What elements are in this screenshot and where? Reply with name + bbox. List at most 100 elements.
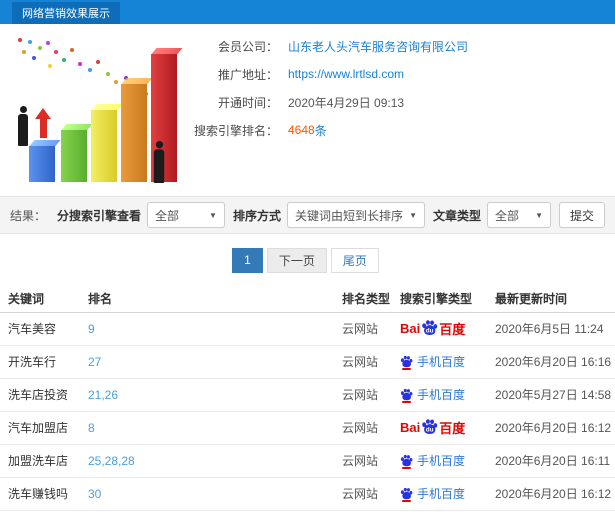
filter-bar: 结果： 分搜索引擎查看 全部 ▼ 排序方式 关键词由短到长排序 ▼ 文章类型 全… xyxy=(0,196,615,234)
engine-type-cell: Bai du 百度 xyxy=(400,411,495,445)
engine-type-cell: 手机百度 xyxy=(400,477,495,511)
table-row: 洗车店投资 21,26 云网站 手机百度 2020年5月27日 14:58 xyxy=(0,378,615,412)
baidu-logo: Bai du 百度 xyxy=(400,419,466,436)
rank-type-cell: 云网站 xyxy=(342,378,400,412)
rank-type-cell: 云网站 xyxy=(342,345,400,379)
header-update-time: 最新更新时间 xyxy=(495,286,615,313)
engine-type-cell: 手机百度 xyxy=(400,378,495,412)
engine-rank-unit-link[interactable]: 条 xyxy=(315,122,327,139)
baidu-paw-icon xyxy=(400,454,413,469)
svg-text:du: du xyxy=(426,426,434,433)
rank-cell[interactable]: 9 xyxy=(88,312,342,346)
rank-cell[interactable]: 25,28,28 xyxy=(88,444,342,478)
page-title: 网络营销效果展示 xyxy=(12,2,120,24)
baidu-mobile-label: 手机百度 xyxy=(417,453,466,468)
engine-filter-label: 分搜索引擎查看 xyxy=(56,208,141,223)
update-time-cell: 2020年6月20日 16:12 xyxy=(495,411,615,445)
bar-yellow xyxy=(91,110,117,182)
info-rows: 会员公司： 山东老人头汽车服务咨询有限公司 推广地址： https://www.… xyxy=(180,32,468,144)
page-1-button[interactable]: 1 xyxy=(232,247,263,273)
header-rank: 排名 xyxy=(88,286,342,313)
table-row: 加盟洗车店 25,28,28 云网站 手机百度 2020年6月20日 16:11 xyxy=(0,444,615,478)
member-company-label: 会员公司： xyxy=(217,39,278,54)
article-type-value: 全部 xyxy=(495,208,520,223)
rank-cell[interactable]: 27 xyxy=(88,345,342,379)
bar-blue xyxy=(29,146,55,182)
baidu-paw-icon: du xyxy=(421,319,438,336)
table-row: 洗车赚钱吗 30 云网站 手机百度 2020年6月20日 16:12 xyxy=(0,477,615,511)
baidu-paw-icon xyxy=(400,487,413,502)
businessman-figure xyxy=(16,106,30,146)
update-time-cell: 2020年6月20日 16:11 xyxy=(495,444,615,478)
member-company-row: 会员公司： 山东老人头汽车服务咨询有限公司 xyxy=(180,32,468,60)
baidu-mobile-label: 手机百度 xyxy=(417,354,466,369)
bar-chart-illustration xyxy=(4,28,180,190)
baidu-mobile-label: 手机百度 xyxy=(417,387,466,402)
results-table: 关键词 排名 排名类型 搜索引擎类型 最新更新时间 汽车美容 9 云网站 Bai du 百… xyxy=(0,286,615,520)
keyword-cell: 洗车赚钱吗 xyxy=(0,477,88,511)
chevron-down-icon: ▼ xyxy=(209,210,217,220)
article-type-select[interactable]: 全部 ▼ xyxy=(487,202,551,228)
update-time-cell: 2020年6月18日 14:27 xyxy=(495,510,615,520)
last-page-button[interactable]: 尾页 xyxy=(330,247,379,273)
keyword-cell: 加盟洗车店 xyxy=(0,444,88,478)
engine-type-cell: 手机百度 xyxy=(400,444,495,478)
engine-filter-select[interactable]: 全部 ▼ xyxy=(146,202,225,228)
header-rank-type: 排名类型 xyxy=(342,286,400,313)
baidu-logo: Bai du 百度 xyxy=(400,319,466,337)
open-time-row: 开通时间： 2020年4月29日 09:13 xyxy=(180,88,468,116)
promo-url-link[interactable]: https://www.lrtlsd.com xyxy=(288,67,404,81)
update-time-cell: 2020年6月20日 16:12 xyxy=(495,477,615,511)
confetti-decoration xyxy=(18,38,22,42)
table-row: 汽车加盟店 8 云网站 Bai du 百度 2020年6月20日 16:12 xyxy=(0,411,615,445)
result-label: 结果： xyxy=(10,208,47,223)
engine-rank-label: 搜索引擎排名： xyxy=(193,123,278,138)
rank-type-cell: 云网站 xyxy=(342,477,400,511)
rank-cell[interactable]: 21,26 xyxy=(88,378,342,412)
engine-rank-count: 4648 xyxy=(288,123,315,137)
rank-cell[interactable]: 8 xyxy=(88,411,342,445)
baidu-paw-icon xyxy=(400,355,413,370)
baidu-paw-icon xyxy=(400,388,413,403)
rank-cell[interactable]: 30 xyxy=(88,510,342,520)
engine-type-cell: 手机百度 xyxy=(400,510,495,520)
next-page-button[interactable]: 下一页 xyxy=(266,247,327,273)
bar-orange xyxy=(121,84,147,182)
keyword-cell: 汽车美容 xyxy=(0,312,88,346)
businessman-figure xyxy=(152,141,167,183)
pagination: 1 下一页 尾页 xyxy=(0,234,615,286)
chevron-down-icon: ▼ xyxy=(535,210,543,220)
baidu-mobile-logo: 手机百度 xyxy=(400,485,465,502)
rank-type-cell: 云网站 xyxy=(342,510,400,520)
baidu-mobile-logo: 手机百度 xyxy=(400,386,465,403)
update-time-cell: 2020年5月27日 14:58 xyxy=(495,378,615,412)
sort-label: 排序方式 xyxy=(232,208,281,223)
member-company-link[interactable]: 山东老人头汽车服务咨询有限公司 xyxy=(288,38,468,55)
rank-type-cell: 云网站 xyxy=(342,411,400,445)
account-info-section: 会员公司： 山东老人头汽车服务咨询有限公司 推广地址： https://www.… xyxy=(0,24,615,196)
baidu-mobile-logo: 手机百度 xyxy=(400,452,465,469)
results-table-body: 汽车美容 9 云网站 Bai du 百度 2020年6月5日 11:24 开洗车行 27 云网站手… xyxy=(0,312,615,520)
promo-url-row: 推广地址： https://www.lrtlsd.com xyxy=(180,60,468,88)
engine-type-cell: 手机百度 xyxy=(400,345,495,379)
article-type-label: 文章类型 xyxy=(432,208,481,223)
rank-type-cell: 云网站 xyxy=(342,312,400,346)
update-time-cell: 2020年6月5日 11:24 xyxy=(495,312,615,346)
keyword-cell: 洗车店投资 xyxy=(0,378,88,412)
chevron-down-icon: ▼ xyxy=(409,210,417,220)
up-arrow-icon xyxy=(35,108,51,138)
baidu-mobile-label: 手机百度 xyxy=(417,486,466,501)
table-header-row: 关键词 排名 排名类型 搜索引擎类型 最新更新时间 xyxy=(0,286,615,313)
svg-text:du: du xyxy=(426,327,434,334)
open-time-label: 开通时间： xyxy=(217,95,278,110)
rank-cell[interactable]: 30 xyxy=(88,477,342,511)
table-row: 开洗车行 27 云网站 手机百度 2020年6月20日 16:16 xyxy=(0,345,615,379)
header-bar: 网络营销效果展示 xyxy=(0,0,615,24)
bar-green xyxy=(61,130,87,182)
keyword-cell: 开洗车行 xyxy=(0,345,88,379)
sort-select[interactable]: 关键词由短到长排序 ▼ xyxy=(286,202,425,228)
table-row: 洗车店利润30云网站手机百度2020年6月18日 14:27 xyxy=(0,510,615,520)
keyword-cell: 汽车加盟店 xyxy=(0,411,88,445)
keyword-cell: 洗车店利润 xyxy=(0,510,88,520)
submit-button[interactable]: 提交 xyxy=(559,202,605,228)
